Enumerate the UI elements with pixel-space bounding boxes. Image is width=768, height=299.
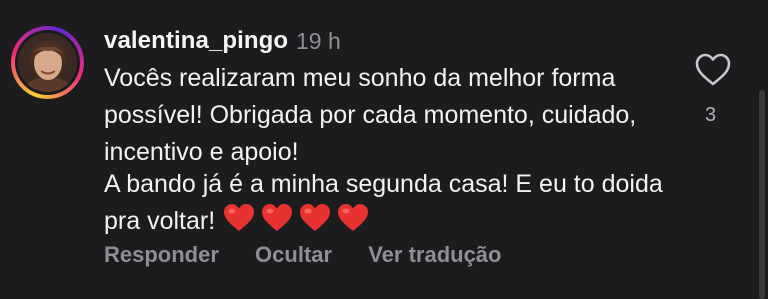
- hide-button[interactable]: Ocultar: [255, 242, 332, 267]
- heart-outline-icon[interactable]: [694, 52, 732, 88]
- like-count: 3: [705, 104, 717, 126]
- heart-emoji-icon: [300, 204, 331, 231]
- scrollbar[interactable]: [759, 90, 765, 299]
- heart-emoji-icon: [262, 204, 293, 231]
- heart-emoji-icon: [224, 204, 255, 231]
- comment-text-paragraph-2: A bando já é a minha segunda casa! E eu …: [104, 166, 674, 244]
- comment-item: valentina_pingo 19 h Vocês realizaram me…: [0, 0, 768, 299]
- avatar-ring-gap: [15, 30, 80, 95]
- avatar-photo: [18, 33, 77, 92]
- comment-text-paragraph-2-text: A bando já é a minha segunda casa! E eu …: [104, 170, 663, 235]
- avatar[interactable]: [18, 33, 77, 92]
- comment-timestamp: 19 h: [296, 28, 341, 54]
- avatar-story-ring[interactable]: [11, 26, 84, 99]
- heart-emoji-group: [223, 203, 375, 244]
- comment-text-paragraph-1: Vocês realizaram meu sonho da melhor for…: [104, 64, 637, 166]
- comment-actions: Responder Ocultar Ver tradução: [104, 242, 531, 268]
- heart-emoji-icon: [338, 204, 369, 231]
- comment-username[interactable]: valentina_pingo: [104, 27, 288, 55]
- reply-button[interactable]: Responder: [104, 242, 219, 267]
- translate-button[interactable]: Ver tradução: [368, 242, 501, 267]
